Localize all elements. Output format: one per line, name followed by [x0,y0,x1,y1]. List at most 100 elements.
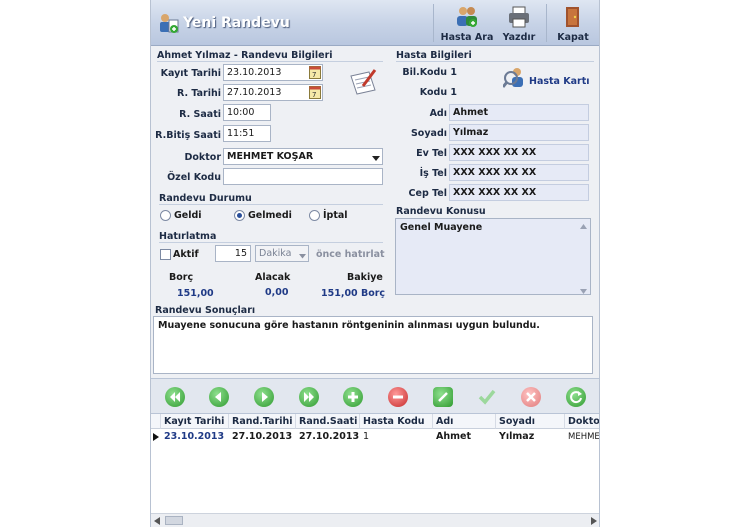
first-record-button[interactable] [165,387,185,407]
divider [159,242,383,243]
next-icon [262,392,268,402]
ozel-kodu-label: Özel Kodu [167,172,221,183]
divider [159,204,383,205]
delete-record-button[interactable] [388,387,408,407]
r-saati-field[interactable]: 10:00 [223,104,271,121]
grid-cell[interactable]: 23.10.2013 [161,430,229,444]
doktor-select[interactable]: MEHMET KOŞAR [223,148,383,165]
radio-iptal-label: İptal [323,210,348,221]
yazdir-button[interactable]: Yazdır [499,4,539,44]
grid-cell[interactable]: Yılmaz [496,430,565,444]
hasta-section-title: Hasta Bilgileri [396,50,472,61]
row-pointer-icon [153,433,159,441]
toolbar-separator [546,4,547,42]
grid-header-adi[interactable]: Adı [433,414,496,429]
hatirlatma-value[interactable]: 15 [215,245,251,262]
hasta-karti-link[interactable]: Hasta Kartı [529,76,590,87]
chevron-down-icon[interactable] [372,154,380,161]
app-icon [157,12,179,34]
last-record-button[interactable] [299,387,319,407]
checkmark-icon [478,389,496,405]
sonuc-textarea[interactable]: Muayene sonucuna göre hastanın röntgenin… [153,316,593,374]
save-record-button[interactable] [477,387,497,407]
randevu-grid: Kayıt Tarihi Rand.Tarihi Rand.Saati Hast… [151,414,599,513]
kapat-button[interactable]: Kapat [551,4,595,44]
refresh-button[interactable] [566,387,586,407]
grid-header-soyadi[interactable]: Soyadı [496,414,565,429]
patient-card-search-icon[interactable] [501,66,527,90]
grid-cell[interactable]: 1 [360,430,433,444]
is-tel-field[interactable]: XXX XXX XX XX [449,164,589,181]
edit-icon [438,392,448,402]
randevu-section-title: Ahmet Yılmaz - Randevu Bilgileri [157,50,333,61]
r-saati-label: R. Saati [179,109,221,120]
aktif-checkbox[interactable] [160,249,171,260]
aktif-label: Aktif [173,249,199,260]
scroll-right-icon[interactable] [591,517,597,525]
cancel-x-icon [526,392,536,402]
refresh-icon [570,391,582,404]
konu-section-title: Randevu Konusu [396,206,486,217]
grid-header-rand-saati[interactable]: Rand.Saati [296,414,360,429]
grid-header-rand-tarihi[interactable]: Rand.Tarihi [229,414,296,429]
edit-note-icon[interactable] [347,66,379,98]
r-bitis-field[interactable]: 11:51 [223,125,271,142]
edit-record-button[interactable] [433,387,453,407]
yeni-randevu-window: Yeni Randevu Hasta Ara Yazdır Kapat Ahme… [150,0,600,527]
kodu-label: Kodu 1 [419,87,457,98]
bakiye-value: 151,00 Borç [321,288,386,299]
scroll-left-icon[interactable] [154,517,160,525]
grid-cell[interactable]: 27.10.2013 10 [296,430,360,444]
grid-header-doktor[interactable]: Dokto [565,414,599,429]
grid-cell[interactable]: 27.10.2013 10 [229,430,296,444]
alacak-value: 0,00 [265,287,289,298]
minus-icon [393,395,403,399]
bil-kodu-label: Bil.Kodu 1 [402,67,457,78]
r-tarihi-label: R. Tarihi [176,88,221,99]
window-title: Yeni Randevu [183,15,290,31]
printer-icon [509,6,529,28]
cancel-record-button[interactable] [521,387,541,407]
grid-indicator-header [151,414,161,429]
grid-header-kayit-tarihi[interactable]: Kayıt Tarihi [161,414,229,429]
ev-tel-label: Ev Tel [416,148,447,159]
prev-record-button[interactable] [209,387,229,407]
kayit-tarihi-label: Kayıt Tarihi [160,68,221,79]
r-tarihi-field[interactable]: 27.10.2013 [223,84,323,101]
radio-geldi[interactable] [160,210,171,221]
bakiye-label: Bakiye [347,272,383,283]
radio-iptal[interactable] [309,210,320,221]
hasta-ara-button[interactable]: Hasta Ara [439,4,495,44]
ev-tel-field[interactable]: XXX XXX XX XX [449,144,589,161]
radio-geldi-label: Geldi [174,210,202,221]
kayit-tarihi-field[interactable]: 23.10.2013 [223,64,323,81]
scroll-up-icon[interactable] [580,221,587,229]
first-icon [170,392,180,402]
calendar-icon[interactable]: 7 [309,85,321,99]
yazdir-label: Yazdır [502,32,536,43]
record-navigator [151,378,599,414]
ozel-kodu-field[interactable] [223,168,383,185]
scroll-thumb[interactable] [165,516,183,525]
last-icon [304,392,314,402]
grid-cell[interactable]: Ahmet [433,430,496,444]
horizontal-scrollbar[interactable] [151,513,599,527]
next-record-button[interactable] [254,387,274,407]
radio-gelmedi[interactable] [234,210,245,221]
prev-icon [215,392,221,402]
scroll-down-icon[interactable] [580,286,587,294]
divider [157,61,383,62]
calendar-icon[interactable]: 7 [309,65,321,79]
soyadi-field[interactable]: Yılmaz [449,124,589,141]
hatirlatma-suffix: önce hatırlat [316,249,385,260]
cep-tel-field[interactable]: XXX XXX XX XX [449,184,589,201]
konu-textarea[interactable]: Genel Muayene [395,218,591,295]
grid-header-hasta-kodu[interactable]: Hasta Kodu [360,414,433,429]
is-tel-label: İş Tel [419,168,447,179]
alacak-label: Alacak [255,272,291,283]
chevron-down-icon[interactable] [299,251,306,259]
title-toolbar: Yeni Randevu Hasta Ara Yazdır Kapat [151,0,599,46]
grid-cell[interactable]: MEHME [565,430,599,444]
add-record-button[interactable] [343,387,363,407]
adi-field[interactable]: Ahmet [449,104,589,121]
